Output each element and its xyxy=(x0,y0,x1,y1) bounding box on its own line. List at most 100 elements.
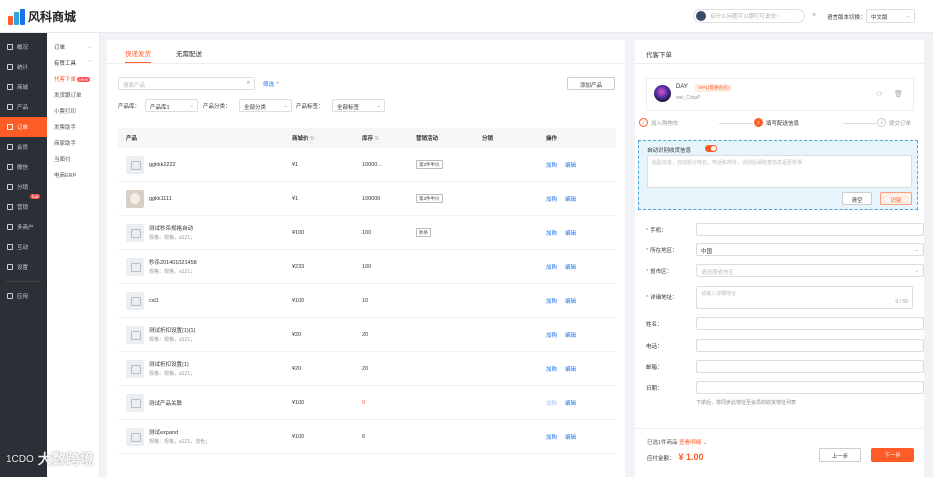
stock-cell: 100 xyxy=(362,229,372,236)
search-icon[interactable]: ⌕ xyxy=(247,80,250,87)
subnav-item-proxy-order[interactable]: 代客下单 NEW xyxy=(47,71,99,87)
filter-toggle[interactable]: 筛选 ⌃ xyxy=(263,80,280,88)
switch-user-icon[interactable]: ⚇ xyxy=(876,90,882,98)
product-name: ggkk1111 xyxy=(149,195,172,202)
tab-no-delivery[interactable]: 无需配送 xyxy=(176,40,202,63)
sidebar-item-multi-merchant[interactable]: 多商户 xyxy=(0,217,47,237)
add-to-cart-link[interactable]: 加购 xyxy=(546,195,557,203)
stock-cell: 100000 xyxy=(362,195,381,202)
address-textarea[interactable]: 请输入详细地址 0 / 50 xyxy=(696,286,913,309)
step-label: 填写配送信息 xyxy=(766,120,800,127)
step-label: 加入购物车 xyxy=(651,120,679,127)
price-cell: ¥100 xyxy=(292,297,305,304)
subnav-item-face-pay[interactable]: 当面付 xyxy=(47,151,99,167)
region-select[interactable]: 中国 ⌄ xyxy=(696,243,924,256)
step-connector xyxy=(719,123,753,124)
surname-input[interactable] xyxy=(696,317,924,330)
province-select[interactable]: 请选择省市区 ⌄ xyxy=(696,264,924,277)
edit-link[interactable]: 编辑 xyxy=(565,365,576,373)
subnav-item-invoice[interactable]: 发票助手 xyxy=(47,119,99,135)
add-to-cart-link[interactable]: 加购 xyxy=(546,297,557,305)
subnav-item-merchant-helper[interactable]: 商家助手 xyxy=(47,135,99,151)
product-search-input[interactable]: 搜索产品 ⌕ xyxy=(118,77,255,90)
edit-link[interactable]: 编辑 xyxy=(565,229,576,237)
sidebar-item-products[interactable]: 产品 xyxy=(0,97,47,117)
delete-icon[interactable]: 🗑 xyxy=(894,90,903,98)
chevron-down-icon: ⌄ xyxy=(283,103,288,109)
sidebar-item-overview[interactable]: 概况 xyxy=(0,37,47,57)
view-detail-link[interactable]: 查看明细 xyxy=(679,440,701,446)
sidebar-item-orders[interactable]: 订单 xyxy=(0,117,47,137)
edit-link[interactable]: 编辑 xyxy=(565,433,576,441)
col-product: 产品 xyxy=(126,136,138,142)
prev-step-button[interactable]: 上一步 xyxy=(819,448,861,462)
tag-select[interactable]: 全部标签 ⌄ xyxy=(332,99,385,112)
add-to-cart-link[interactable]: 加购 xyxy=(546,331,557,339)
sidebar-item-label: 互动 xyxy=(17,245,29,251)
clear-button[interactable]: 清空 xyxy=(842,192,872,205)
paste-textarea[interactable]: 粘贴信息，自动拆分姓名、电话和地址，识别后请检查信息是否有误 xyxy=(647,155,912,188)
add-to-cart-link[interactable]: 加购 xyxy=(546,399,557,407)
promo-cell: 秒杀 xyxy=(416,227,482,237)
edit-link[interactable]: 编辑 xyxy=(565,399,576,407)
category-select[interactable]: 全部分类 ⌄ xyxy=(239,99,292,112)
add-to-cart-link[interactable]: 加购 xyxy=(546,263,557,271)
edit-link[interactable]: 编辑 xyxy=(565,195,576,203)
subnav-group-tools[interactable]: 有赞工具 ⌃ xyxy=(47,55,99,71)
add-product-button[interactable]: 添加产品 xyxy=(567,77,615,90)
filter-label-tag: 产品标签： xyxy=(296,104,324,110)
sidebar-item-settings[interactable]: 设置 xyxy=(0,257,47,277)
add-to-cart-link[interactable]: 加购 xyxy=(546,161,557,169)
sidebar-item-wechat[interactable]: 微信 xyxy=(0,157,47,177)
close-icon[interactable]: × xyxy=(812,12,816,19)
col-promo: 营销活动 xyxy=(416,136,439,142)
multi-merchant-icon xyxy=(7,224,13,230)
assistant-search[interactable]: 有什么问题可以跟叮叮说说~ xyxy=(693,9,805,23)
subnav-group-label: 有赞工具 xyxy=(54,61,77,67)
sidebar-item-interact[interactable]: 互动 xyxy=(0,237,47,257)
tab-express[interactable]: 快递发货 xyxy=(125,40,151,63)
subnav-item-shipping[interactable]: 发货跟订单 xyxy=(47,87,99,103)
edit-link[interactable]: 编辑 xyxy=(565,263,576,271)
product-spec: 规格：规格，a121； xyxy=(149,337,196,343)
chevron-down-icon: ⌄ xyxy=(905,13,910,19)
identify-button[interactable]: 识别 xyxy=(880,192,912,205)
tag-select-value: 全部标签 xyxy=(337,105,360,111)
actions-cell: 加购 编辑 xyxy=(546,433,616,441)
stock-cell: 20 xyxy=(362,331,369,338)
add-to-cart-link[interactable]: 加购 xyxy=(546,365,557,373)
product-info: 测试秒杀规格自动 规格：规格，a121； xyxy=(149,224,195,241)
language-select[interactable]: 中文版 ⌄ xyxy=(866,9,915,23)
auto-recognize-toggle[interactable] xyxy=(705,145,717,152)
subnav-header-orders[interactable]: 订单 ⌄ xyxy=(47,39,99,55)
product-name: csl1 xyxy=(149,297,159,304)
field-province: * 省市区： 请选择省市区 ⌄ xyxy=(646,264,924,277)
actions-cell: 加购 编辑 xyxy=(546,399,616,407)
subnav-item-receipt-print[interactable]: 小票打印 xyxy=(47,103,99,119)
sidebar-item-stats[interactable]: 统计 xyxy=(0,57,47,77)
next-step-button[interactable]: 下一步 xyxy=(871,448,914,462)
phone-input[interactable] xyxy=(696,223,924,236)
date-input[interactable] xyxy=(696,381,924,394)
sidebar-item-distribution[interactable]: 分销 xyxy=(0,177,47,197)
avatar xyxy=(654,85,671,102)
col-price[interactable]: 商城价 ⇅ xyxy=(292,134,362,142)
edit-link[interactable]: 编辑 xyxy=(565,161,576,169)
add-to-cart-link[interactable]: 加购 xyxy=(546,229,557,237)
tel-input[interactable] xyxy=(696,339,924,352)
sidebar-item-apps[interactable]: 应用 xyxy=(0,286,47,306)
subnav-item-erp[interactable]: 电商ERP xyxy=(47,167,99,183)
sidebar-item-members[interactable]: 会员 xyxy=(0,137,47,157)
sidebar-item-store[interactable]: 商城 xyxy=(0,77,47,97)
step-cart: ✓ 加入购物车 xyxy=(639,118,679,127)
col-stock[interactable]: 库存 ⇅ xyxy=(362,134,416,142)
edit-link[interactable]: 编辑 xyxy=(565,297,576,305)
postcode-input[interactable] xyxy=(696,360,924,373)
stock-cell: 0 xyxy=(362,399,366,406)
add-to-cart-link[interactable]: 加购 xyxy=(546,433,557,441)
sidebar-item-marketing[interactable]: 营销 hot xyxy=(0,194,47,217)
delivery-tabs: 快递发货 无需配送 xyxy=(107,40,625,64)
edit-link[interactable]: 编辑 xyxy=(565,331,576,339)
library-select[interactable]: 产品库1 ⌄ xyxy=(145,99,198,112)
app-logo[interactable]: 风科商城 xyxy=(8,8,76,25)
